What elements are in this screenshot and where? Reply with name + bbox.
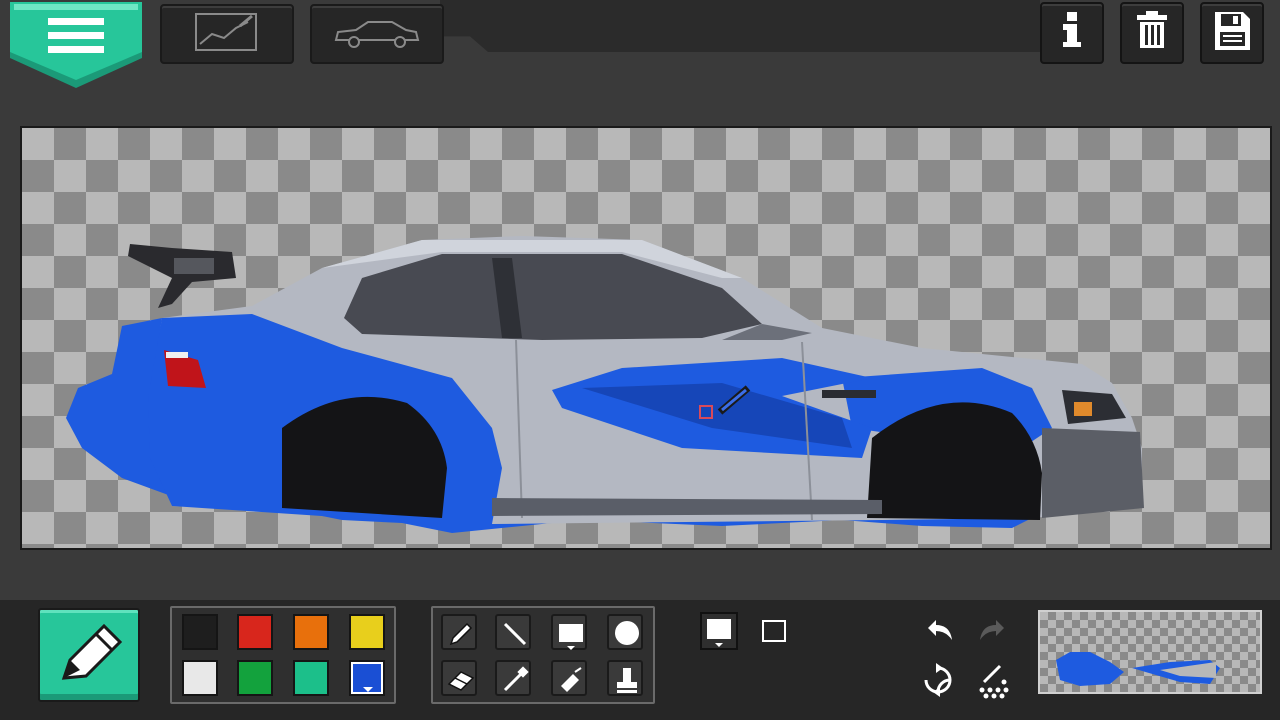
stamp-icon (617, 668, 637, 693)
save-button[interactable] (1200, 2, 1264, 64)
color-swatch-blue[interactable] (349, 660, 385, 696)
color-swatch-teal[interactable] (293, 660, 329, 696)
color-swatch-white[interactable] (182, 660, 218, 696)
sketch-editor-icon (195, 13, 257, 51)
circle-icon (615, 621, 639, 645)
color-swatch-black[interactable] (182, 614, 218, 650)
rectangle-icon (559, 624, 583, 650)
drawing-canvas[interactable] (20, 126, 1272, 550)
trash-icon (1137, 11, 1167, 48)
chevron-down-icon (363, 687, 373, 692)
eraser-icon (447, 671, 475, 691)
pencil-icon (61, 623, 123, 680)
info-icon (1063, 12, 1081, 47)
refresh-icon (924, 663, 952, 697)
hamburger-icon (10, 2, 142, 88)
filled-shape-toggle[interactable] (700, 612, 738, 650)
filled-square-icon (700, 612, 738, 650)
redo-button[interactable] (974, 612, 1014, 652)
car-outline-icon (334, 21, 420, 48)
redo-icon (980, 620, 1004, 640)
eyedropper-icon (503, 666, 529, 692)
outline-square-icon (762, 620, 786, 642)
pencil-tool-button[interactable] (38, 608, 140, 702)
tool-stamp[interactable] (607, 660, 643, 696)
tool-pencil[interactable] (441, 614, 477, 650)
spray-icon (561, 667, 582, 692)
undo-icon (928, 620, 952, 640)
color-swatch-yellow[interactable] (349, 614, 385, 650)
top-strip (440, 0, 1040, 52)
outline-shape-toggle[interactable] (760, 618, 788, 646)
tool-line[interactable] (495, 614, 531, 650)
canvas-preview-thumbnail[interactable] (1038, 610, 1262, 694)
info-button[interactable] (1040, 2, 1104, 64)
car-artwork (66, 236, 1144, 533)
tool-eyedropper[interactable] (495, 660, 531, 696)
tool-palette (431, 606, 655, 704)
refresh-button[interactable] (918, 660, 958, 700)
tool-spray[interactable] (551, 660, 587, 696)
dither-brush-button[interactable] (974, 660, 1014, 700)
color-swatch-green[interactable] (237, 660, 273, 696)
tool-rectangle[interactable] (551, 614, 587, 650)
tab-editor[interactable] (160, 4, 294, 64)
dither-brush-icon (979, 664, 1009, 699)
tool-eraser[interactable] (441, 660, 477, 696)
line-icon (503, 622, 527, 646)
pencil-icon (449, 622, 473, 646)
menu-button[interactable] (10, 2, 142, 88)
tab-car[interactable] (310, 4, 444, 64)
preview-artwork (1056, 652, 1220, 686)
tool-circle[interactable] (607, 614, 643, 650)
trash-button[interactable] (1120, 2, 1184, 64)
color-palette (170, 606, 396, 704)
color-swatch-red[interactable] (237, 614, 273, 650)
color-swatch-orange[interactable] (293, 614, 329, 650)
undo-button[interactable] (918, 612, 958, 652)
floppy-disk-icon (1215, 12, 1250, 50)
